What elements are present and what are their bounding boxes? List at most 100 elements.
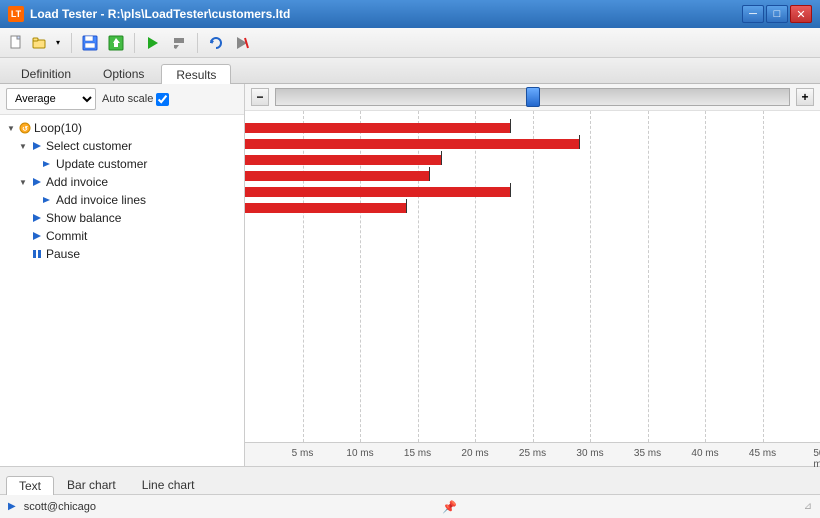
sep1	[71, 33, 72, 53]
minimize-button[interactable]: ─	[742, 5, 764, 23]
pause-icon	[30, 247, 44, 261]
run-button[interactable]	[142, 32, 164, 54]
export-button[interactable]	[105, 32, 127, 54]
new-button[interactable]	[6, 32, 28, 54]
bottom-tab-line[interactable]: Line chart	[129, 475, 208, 494]
tree-item-add-invoice-lines[interactable]: Add invoice lines	[0, 191, 244, 209]
bar-marker	[406, 199, 407, 213]
expand-select[interactable]: ▼	[16, 139, 30, 153]
tree-item-update-customer[interactable]: Update customer	[0, 155, 244, 173]
open-dropdown[interactable]: ▾	[52, 32, 64, 54]
stop-button[interactable]	[168, 32, 190, 54]
bar-row	[245, 137, 820, 151]
average-dropdown[interactable]: Average Min Max Last	[6, 88, 96, 110]
tree-label-add-invoice: Add invoice	[46, 175, 108, 189]
bar-row	[245, 121, 820, 135]
add-invoice-lines-icon	[40, 193, 54, 207]
tree-item-add-invoice[interactable]: ▼ Add invoice	[0, 173, 244, 191]
chart-area	[245, 111, 820, 442]
tree-label-loop: Loop(10)	[34, 121, 82, 135]
tree-label-add-invoice-lines: Add invoice lines	[56, 193, 146, 207]
refresh-button[interactable]	[205, 32, 227, 54]
chart-slider[interactable]	[275, 88, 790, 106]
tree-panel: ▼ ↺ Loop(10) ▼ Select customer	[0, 115, 244, 466]
title-bar: LT Load Tester - R:\pls\LoadTester\custo…	[0, 0, 820, 28]
bar-marker	[429, 167, 430, 181]
tree-item-select-customer[interactable]: ▼ Select customer	[0, 137, 244, 155]
left-panel: Average Min Max Last Auto scale ▼ ↺ Loop…	[0, 84, 245, 466]
tree-item-show-balance[interactable]: Show balance	[0, 209, 244, 227]
expand-loop[interactable]: ▼	[4, 121, 18, 135]
slider-thumb[interactable]	[526, 87, 540, 107]
bar-marker	[510, 119, 511, 133]
tab-results[interactable]: Results	[161, 64, 231, 84]
autoscale-label: Auto scale	[102, 93, 169, 106]
title-bar-left: LT Load Tester - R:\pls\LoadTester\custo…	[8, 6, 290, 22]
open-button[interactable]	[29, 32, 51, 54]
status-bar: ▶ scott@chicago 📌 ⊿	[0, 494, 820, 518]
x-axis-label: 10 ms	[346, 448, 373, 459]
bar-fill	[245, 139, 579, 149]
cancel-run-button[interactable]	[231, 32, 253, 54]
zoom-in-button[interactable]: +	[796, 88, 814, 106]
sep3	[197, 33, 198, 53]
autoscale-text: Auto scale	[102, 93, 153, 105]
x-axis-label: 30 ms	[576, 448, 603, 459]
title-text: Load Tester - R:\pls\LoadTester\customer…	[30, 7, 290, 21]
tree-label-pause: Pause	[46, 247, 80, 261]
bottom-tab-bar[interactable]: Bar chart	[54, 475, 129, 494]
bar-fill	[245, 187, 510, 197]
select-arrow-icon	[30, 139, 44, 153]
title-controls: ─ □ ✕	[742, 5, 812, 23]
app-icon: LT	[8, 6, 24, 22]
tree-item-loop[interactable]: ▼ ↺ Loop(10)	[0, 119, 244, 137]
x-axis-label: 15 ms	[404, 448, 431, 459]
bar-row	[245, 185, 820, 199]
sep2	[134, 33, 135, 53]
save-button[interactable]	[79, 32, 101, 54]
x-axis-label: 5 ms	[292, 448, 314, 459]
bottom-tabs: Text Bar chart Line chart	[0, 466, 820, 494]
loop-icon: ↺	[18, 121, 32, 135]
x-axis-label: 25 ms	[519, 448, 546, 459]
commit-icon	[30, 229, 44, 243]
expand-invoice[interactable]: ▼	[16, 175, 30, 189]
tree-label-commit: Commit	[46, 229, 87, 243]
main-content: Average Min Max Last Auto scale ▼ ↺ Loop…	[0, 84, 820, 466]
bottom-tab-text[interactable]: Text	[6, 476, 54, 495]
tree-label-show-balance: Show balance	[46, 211, 121, 225]
pin-button[interactable]: 📌	[442, 500, 457, 514]
update-arrow-icon	[40, 157, 54, 171]
bar-row	[245, 201, 820, 215]
x-axis: 5 ms 10 ms 15 ms 20 ms 25 ms 30 ms 35 ms 40 ms 4…	[245, 442, 820, 466]
x-axis-label: 20 ms	[461, 448, 488, 459]
file-buttons: ▾	[6, 32, 64, 54]
chart-controls: − +	[245, 84, 820, 111]
x-axis-label: 50 ms	[813, 448, 820, 470]
tab-definition[interactable]: Definition	[6, 63, 86, 83]
maximize-button[interactable]: □	[766, 5, 788, 23]
status-connection: scott@chicago	[24, 501, 96, 513]
resize-handle[interactable]: ⊿	[804, 501, 812, 512]
tree-label-update-customer: Update customer	[56, 157, 147, 171]
zoom-out-button[interactable]: −	[251, 88, 269, 106]
main-tabs: Definition Options Results	[0, 58, 820, 84]
bar-row	[245, 153, 820, 167]
x-axis-label: 40 ms	[691, 448, 718, 459]
autoscale-checkbox[interactable]	[156, 93, 169, 106]
tab-options[interactable]: Options	[88, 63, 159, 83]
tree-label-select-customer: Select customer	[46, 139, 132, 153]
bar-marker	[579, 135, 580, 149]
x-axis-label: 45 ms	[749, 448, 776, 459]
toolbar: ▾	[0, 28, 820, 58]
add-invoice-icon	[30, 175, 44, 189]
close-button[interactable]: ✕	[790, 5, 812, 23]
bar-marker	[441, 151, 442, 165]
show-balance-icon	[30, 211, 44, 225]
tree-item-pause[interactable]: Pause	[0, 245, 244, 263]
bar-fill	[245, 155, 441, 165]
controls-bar: Average Min Max Last Auto scale	[0, 84, 244, 115]
x-axis-label: 35 ms	[634, 448, 661, 459]
tree-item-commit[interactable]: Commit	[0, 227, 244, 245]
bar-fill	[245, 171, 429, 181]
